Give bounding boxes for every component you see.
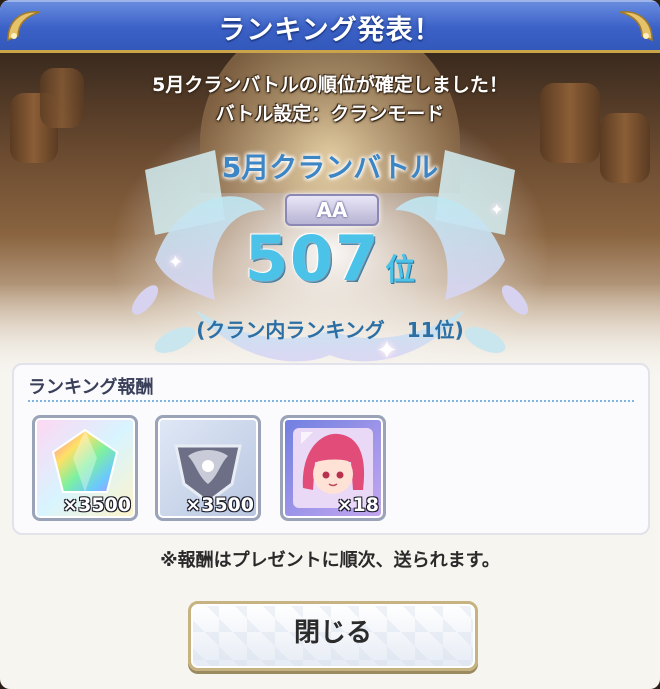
rank-display: 507 位 — [0, 222, 660, 295]
battle-name: 5月クランバトル — [221, 151, 439, 184]
ornament-icon — [619, 11, 653, 42]
close-button-label: 閉じる — [293, 618, 372, 648]
dialog-title: ランキング発表！ — [218, 15, 442, 46]
rank-unit: 位 — [385, 253, 416, 288]
reward-quantity: ×3500 — [185, 494, 254, 516]
divider — [28, 400, 634, 402]
reward-title: ランキング報酬 — [28, 377, 154, 398]
title-bar: ランキング発表！ — [0, 0, 660, 53]
reward-item-crystal[interactable]: ×3500 — [32, 415, 138, 521]
battle-setting-text: バトル設定：クランモード — [215, 103, 445, 125]
clan-rank-value: 11位) — [406, 318, 464, 342]
clan-internal-rank: (クラン内ランキング 11位) — [0, 314, 660, 343]
ranking-dialog: ランキング発表！ 5月クランバトルの順位が確定しました！ バトル設定：クランモー… — [0, 0, 660, 689]
reward-quantity: ×18 — [336, 494, 379, 516]
delivery-note: ※報酬はプレゼントに順次、送られます。 — [160, 550, 500, 571]
confirm-message: 5月クランバトルの順位が確定しました！ — [152, 74, 508, 96]
reward-item-crest[interactable]: ×3500 — [155, 415, 261, 521]
rank-number: 507 — [244, 222, 381, 295]
close-button[interactable]: 閉じる — [188, 601, 478, 671]
reward-panel: ランキング報酬 ×3500 ×3500 ×18 — [12, 363, 650, 535]
reward-item-memory-piece[interactable]: ×18 — [280, 415, 386, 521]
sparkle-icon: ✦ — [490, 200, 504, 219]
clan-rank-label: (クラン内ランキング — [196, 318, 385, 342]
reward-quantity: ×3500 — [62, 494, 131, 516]
